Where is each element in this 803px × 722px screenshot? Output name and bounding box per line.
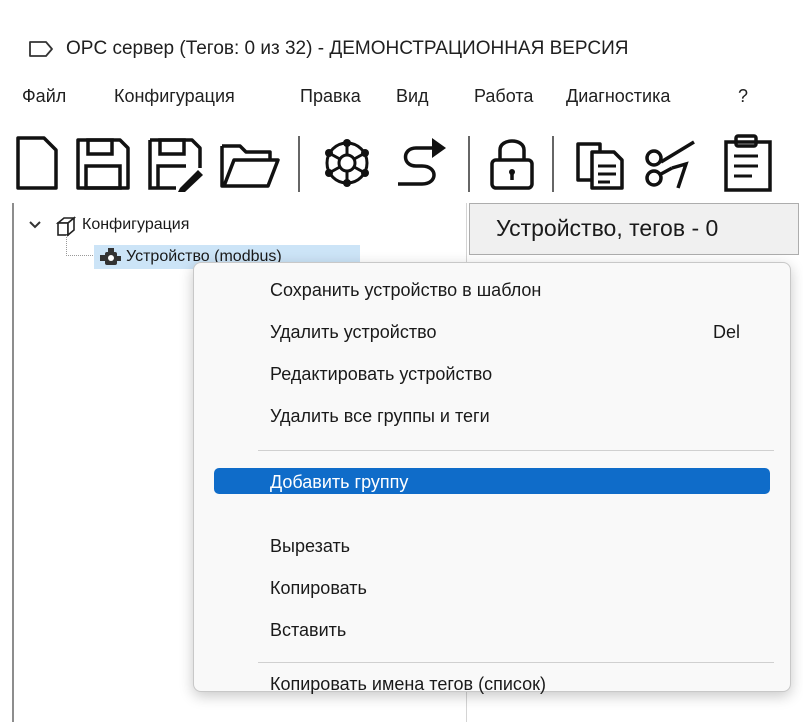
save-as-icon[interactable] xyxy=(146,134,204,192)
tree-root-label: Конфигурация xyxy=(82,216,190,233)
menu-item-copy-tag-names[interactable]: Копировать имена тегов (список) xyxy=(214,668,770,694)
toolbar xyxy=(0,124,803,198)
menu-work[interactable]: Работа xyxy=(474,86,533,107)
device-tab-header: Устройство, тегов - 0 xyxy=(469,203,799,255)
window-app-icon xyxy=(28,40,54,58)
top-strip xyxy=(0,0,803,12)
menu-configuration[interactable]: Конфигурация xyxy=(114,86,235,107)
menu-view[interactable]: Вид xyxy=(396,86,429,107)
menu-item-save-to-template[interactable]: Сохранить устройство в шаблон xyxy=(214,272,770,306)
device-icon xyxy=(98,247,122,272)
lock-icon[interactable] xyxy=(486,134,538,192)
menu-item-cut[interactable]: Вырезать xyxy=(214,528,770,562)
tree-connector xyxy=(66,235,95,256)
window-title: OPC сервер (Тегов: 0 из 32) - ДЕМОНСТРАЦ… xyxy=(66,38,629,59)
shortcut-label: Del xyxy=(712,322,740,342)
routing-icon[interactable] xyxy=(392,134,454,192)
toolbar-separator xyxy=(298,136,300,192)
menu-item-edit-device[interactable]: Редактировать устройство xyxy=(214,356,770,390)
context-menu: Сохранить устройство в шаблон Удалить ус… xyxy=(193,262,791,694)
menu-diagnostics[interactable]: Диагностика xyxy=(566,86,670,107)
toolbar-separator xyxy=(552,136,554,192)
menu-item-delete-groups-and-tags[interactable]: Удалить все группы и теги xyxy=(214,398,770,432)
chevron-down-icon[interactable] xyxy=(28,218,42,237)
cut-icon[interactable] xyxy=(642,134,700,192)
new-file-icon[interactable] xyxy=(12,134,60,192)
toolbar-separator xyxy=(468,136,470,192)
paste-icon[interactable] xyxy=(718,134,803,192)
menu-bar: Файл Конфигурация Правка Вид Работа Диаг… xyxy=(0,78,803,112)
open-folder-icon[interactable] xyxy=(218,134,280,192)
menu-item-add-group[interactable]: Добавить группу xyxy=(214,468,770,494)
network-icon[interactable] xyxy=(318,134,376,192)
save-icon[interactable] xyxy=(74,134,132,192)
menu-file[interactable]: Файл xyxy=(22,86,66,107)
menu-item-copy[interactable]: Копировать xyxy=(214,570,770,604)
menu-separator xyxy=(258,450,774,451)
copy-icon[interactable] xyxy=(570,134,628,192)
menu-item-paste[interactable]: Вставить xyxy=(214,612,770,646)
menu-edit[interactable]: Правка xyxy=(300,86,361,107)
device-tab-title: Устройство, тегов - 0 xyxy=(496,215,719,241)
title-bar: OPC сервер (Тегов: 0 из 32) - ДЕМОНСТРАЦ… xyxy=(0,28,803,68)
menu-item-delete-device[interactable]: Удалить устройство Del xyxy=(214,314,770,348)
menu-separator xyxy=(258,662,774,663)
menu-help[interactable]: ? xyxy=(738,86,748,107)
